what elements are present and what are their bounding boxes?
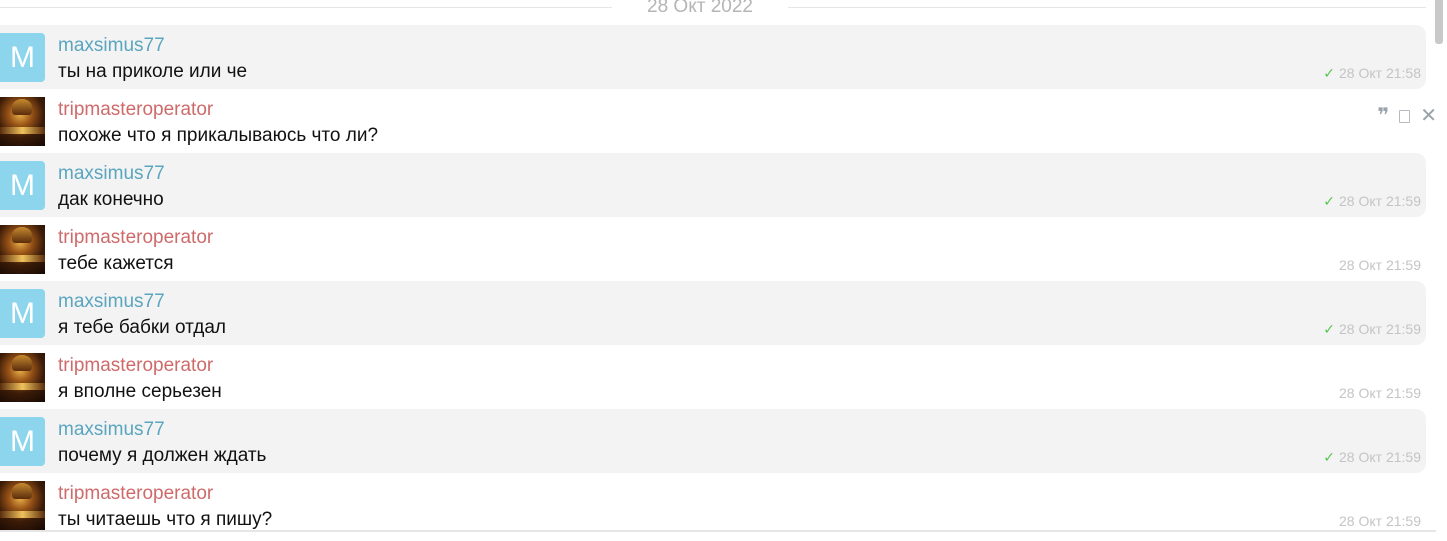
message-item[interactable]: M maxsimus77 почему я должен ждать ✓ 28 О… xyxy=(0,409,1426,473)
date-separator-line-left xyxy=(0,7,612,8)
quote-icon[interactable]: ❞ xyxy=(1377,106,1389,126)
avatar-logo xyxy=(0,383,45,390)
date-separator-text: 28 Окт 2022 xyxy=(647,0,753,17)
scrollbar[interactable] xyxy=(1435,0,1443,44)
copy-icon[interactable] xyxy=(1399,109,1411,123)
sender-name[interactable]: maxsimus77 xyxy=(58,163,165,185)
sender-name[interactable]: tripmasteroperator xyxy=(58,355,213,377)
message-item[interactable]: tripmasteroperator тебе кажется 28 Окт 2… xyxy=(0,217,1426,281)
message-item[interactable]: tripmasteroperator ты читаешь что я пишу… xyxy=(0,473,1426,537)
message-text: дак конечно xyxy=(58,189,164,210)
avatar-hat xyxy=(12,227,32,243)
sender-name[interactable]: tripmasteroperator xyxy=(58,99,213,121)
message-text: тебе кажется xyxy=(58,253,174,274)
avatar[interactable] xyxy=(0,225,45,274)
message-time: 28 Окт 21:59 xyxy=(1339,193,1421,209)
avatar-logo xyxy=(0,127,45,134)
message-time: 28 Окт 21:59 xyxy=(1339,257,1421,273)
message-time: 28 Окт 21:59 xyxy=(1339,449,1421,465)
sender-name[interactable]: maxsimus77 xyxy=(58,35,165,57)
read-check-icon: ✓ xyxy=(1323,65,1336,81)
avatar-hat xyxy=(12,99,32,115)
avatar[interactable] xyxy=(0,481,45,530)
message-item[interactable]: tripmasteroperator я вполне серьезен 28 … xyxy=(0,345,1426,409)
message-text: ты читаешь что я пишу? xyxy=(58,509,273,530)
message-meta: ✓ 28 Окт 21:59 xyxy=(1323,449,1421,466)
avatar-logo xyxy=(0,511,45,518)
message-item[interactable]: M maxsimus77 я тебе бабки отдал ✓ 28 Окт … xyxy=(0,281,1426,345)
message-text: я вполне серьезен xyxy=(58,381,222,402)
avatar-hat xyxy=(12,355,32,371)
avatar[interactable] xyxy=(0,353,45,402)
avatar[interactable]: M xyxy=(0,289,45,338)
avatar[interactable] xyxy=(0,97,45,146)
message-meta: 28 Окт 21:59 xyxy=(1339,257,1421,273)
message-time: 28 Окт 21:59 xyxy=(1339,513,1421,529)
read-check-icon: ✓ xyxy=(1323,193,1336,209)
message-meta: 28 Окт 21:59 xyxy=(1339,513,1421,529)
message-text: похоже что я прикалываюсь что ли? xyxy=(58,125,379,146)
message-meta: ✓ 28 Окт 21:58 xyxy=(1323,65,1421,82)
message-meta: ✓ 28 Окт 21:59 xyxy=(1323,193,1421,210)
message-list: M maxsimus77 ты на приколе или че ✓ 28 Ок… xyxy=(0,25,1426,537)
message-time: 28 Окт 21:59 xyxy=(1339,385,1421,401)
input-area-top xyxy=(0,532,1447,541)
avatar[interactable]: M xyxy=(0,417,45,466)
avatar[interactable]: M xyxy=(0,161,45,210)
message-text: почему я должен ждать xyxy=(58,445,267,466)
avatar-hat xyxy=(12,483,32,499)
message-time: 28 Окт 21:59 xyxy=(1339,321,1421,337)
avatar-logo xyxy=(0,255,45,262)
date-separator: 28 Окт 2022 xyxy=(0,0,1426,20)
message-text: я тебе бабки отдал xyxy=(58,317,226,338)
sender-name[interactable]: tripmasteroperator xyxy=(58,227,213,249)
message-time: 28 Окт 21:58 xyxy=(1339,65,1421,81)
close-icon[interactable]: ✕ xyxy=(1420,106,1437,126)
sender-name[interactable]: maxsimus77 xyxy=(58,419,165,441)
message-meta: ✓ 28 Окт 21:59 xyxy=(1323,321,1421,338)
message-hover-actions: ❞ ✕ xyxy=(1377,106,1437,126)
sender-name[interactable]: tripmasteroperator xyxy=(58,483,213,505)
message-item[interactable]: tripmasteroperator похоже что я прикалыв… xyxy=(0,89,1426,153)
date-separator-line-right xyxy=(788,7,1426,8)
chat-history: 28 Окт 2022 M maxsimus77 ты на приколе и… xyxy=(0,0,1447,541)
sender-name[interactable]: maxsimus77 xyxy=(58,291,165,313)
read-check-icon: ✓ xyxy=(1323,449,1336,465)
message-item[interactable]: M maxsimus77 ты на приколе или че ✓ 28 Ок… xyxy=(0,25,1426,89)
message-meta: 28 Окт 21:59 xyxy=(1339,385,1421,401)
message-text: ты на приколе или че xyxy=(58,61,248,82)
read-check-icon: ✓ xyxy=(1323,321,1336,337)
message-item[interactable]: M maxsimus77 дак конечно ✓ 28 Окт 21:59 xyxy=(0,153,1426,217)
avatar[interactable]: M xyxy=(0,33,45,82)
